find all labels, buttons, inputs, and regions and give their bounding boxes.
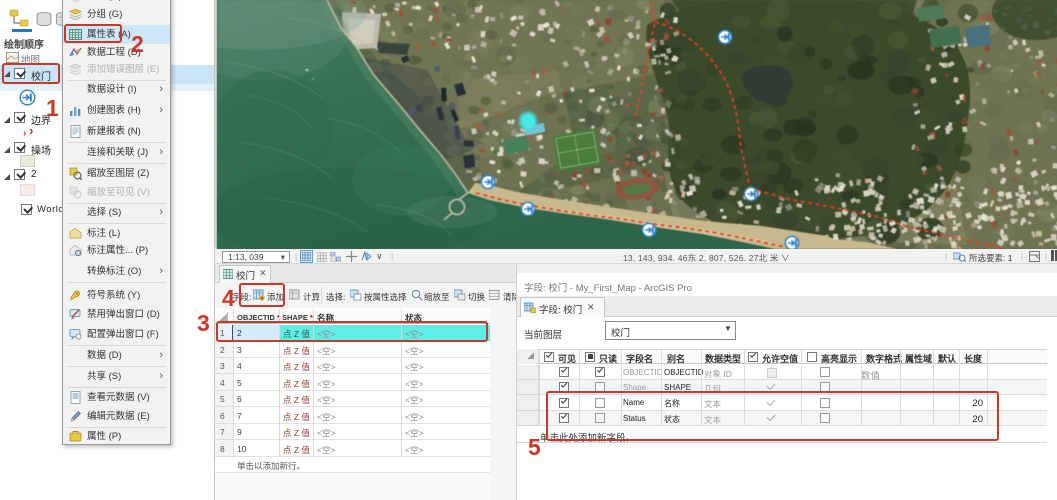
svg-text:2,3: 2,3 bbox=[330, 258, 337, 263]
